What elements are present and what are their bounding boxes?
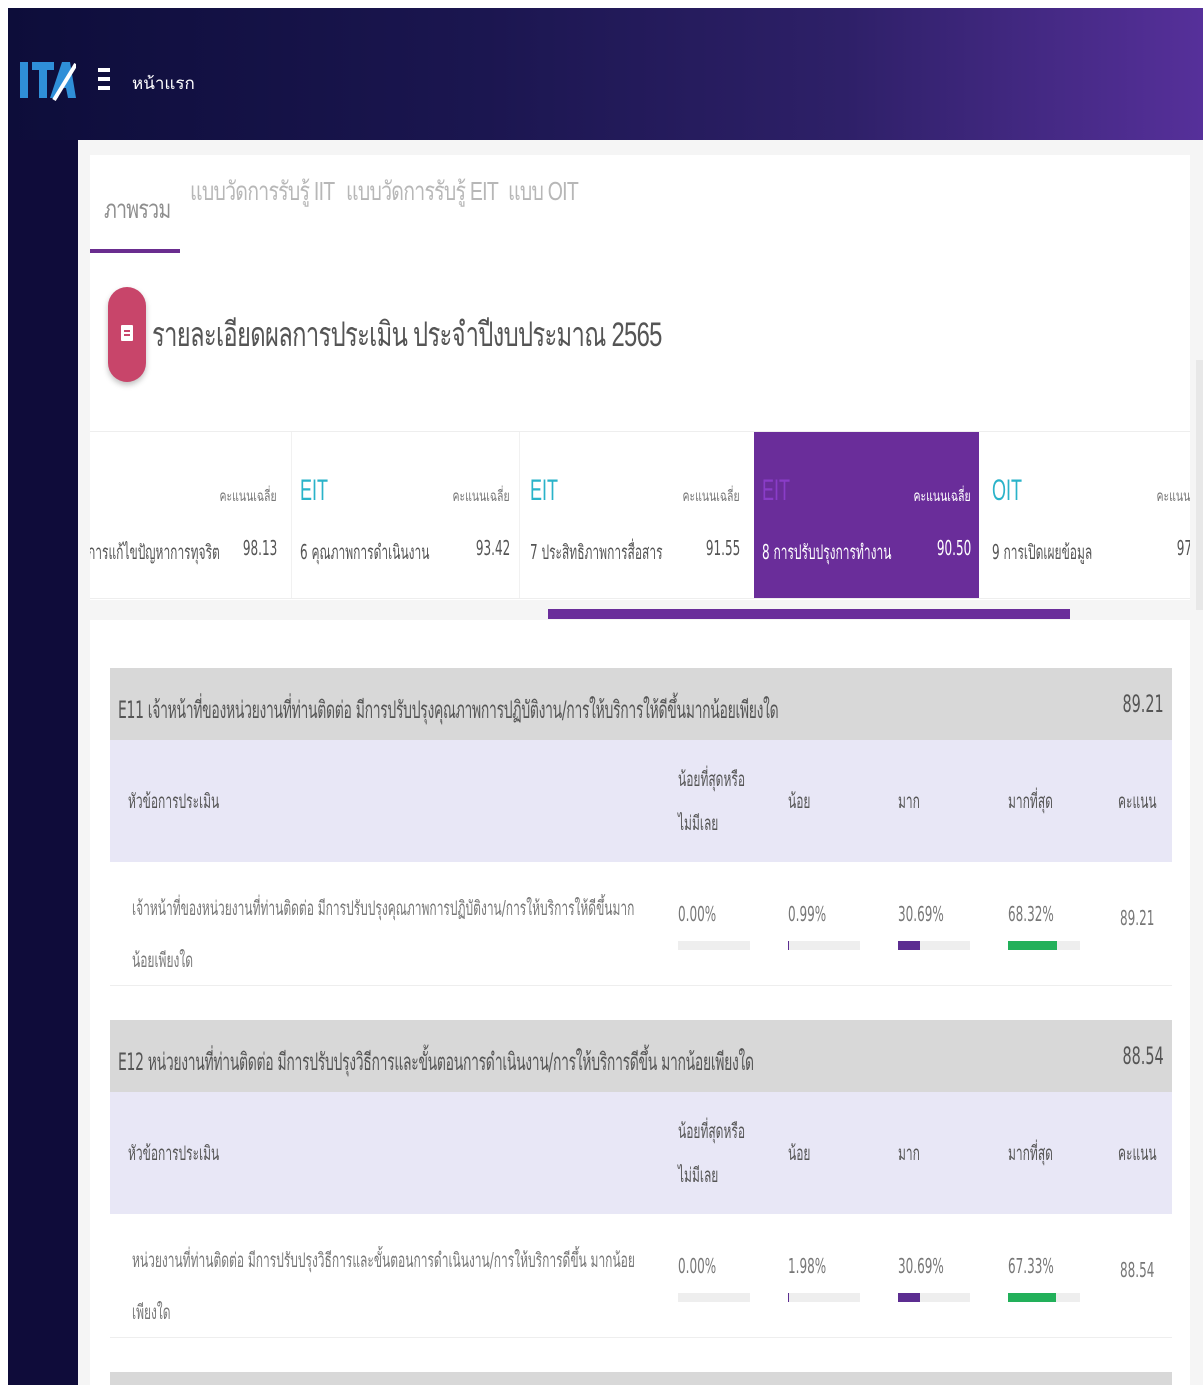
category-item-improvement[interactable]: EIT คะแนนเฉลี่ย 8 การปรับปรุงการทำงาน 90…: [754, 432, 979, 598]
col-little: น้อย: [788, 789, 811, 813]
question-text: หน่วยงานที่ท่านติดต่อ มีการปรับปรุงวิธีก…: [132, 1248, 635, 1324]
section-score: 88.54: [1122, 1042, 1164, 1070]
side-nav-strip: [8, 140, 78, 1385]
section-title: E12 หน่วยงานที่ท่านติดต่อ มีการปรับปรุงว…: [118, 1048, 754, 1076]
active-tab-indicator: [90, 249, 180, 253]
tab-overview[interactable]: ภาพรวม: [104, 189, 171, 230]
detail-card: E11 เจ้าหน้าที่ของหน่วยงานที่ท่านติดต่อ …: [90, 620, 1190, 1385]
row-score: 89.21: [1120, 906, 1155, 930]
col-least-line2: ไม่มีเลย: [678, 1163, 719, 1187]
section-title: E11 เจ้าหน้าที่ของหน่วยงานที่ท่านติดต่อ …: [118, 696, 779, 724]
tab-oit[interactable]: แบบ OIT: [508, 171, 579, 212]
col-most: มากที่สุด: [1008, 789, 1053, 813]
col-little: น้อย: [788, 1141, 811, 1165]
section-header: E12 หน่วยงานที่ท่านติดต่อ มีการปรับปรุงว…: [110, 1020, 1172, 1092]
category-item-communication[interactable]: EIT คะแนนเฉลี่ย 7 ประสิทธิภาพการสื่อสาร …: [522, 432, 748, 598]
bar-least: [678, 1293, 750, 1302]
overview-card: ภาพรวม แบบวัดการรับรู้ IIT แบบวัดการรับร…: [90, 155, 1190, 600]
col-topic: หัวข้อการประเมิน: [128, 1141, 220, 1165]
section-score: 89.21: [1122, 690, 1164, 718]
pct-most: 67.33%: [1008, 1254, 1054, 1278]
row-score: 88.54: [1120, 1258, 1155, 1282]
bar-most: [1008, 941, 1080, 950]
pct-least: 0.00%: [678, 1254, 717, 1278]
bar-little: [788, 941, 860, 950]
pct-most: 68.32%: [1008, 902, 1054, 926]
table-row: เจ้าหน้าที่ของหน่วยงานที่ท่านติดต่อ มีกา…: [110, 862, 1172, 986]
active-category-indicator: [548, 609, 1070, 619]
top-app-bar: หน้าแรก: [8, 8, 1203, 140]
bar-little: [788, 1293, 860, 1302]
page-title: รายละเอียดผลการประเมิน ประจำปีงบประมาณ 2…: [152, 316, 662, 354]
col-topic: หัวข้อการประเมิน: [128, 789, 220, 813]
col-least-line1: น้อยที่สุดหรือ: [678, 1119, 746, 1143]
tab-bar: ภาพรวม แบบวัดการรับรู้ IIT แบบวัดการรับร…: [90, 155, 790, 255]
bar-most: [1008, 1293, 1080, 1302]
bar-least: [678, 941, 750, 950]
pct-least: 0.00%: [678, 902, 717, 926]
page-scrollbar[interactable]: [1196, 360, 1203, 610]
category-item-quality[interactable]: EIT คะแนนเฉลี่ย 6 คุณภาพการดำเนินงาน 93.…: [292, 432, 518, 598]
home-link[interactable]: หน้าแรก: [132, 70, 195, 97]
col-much: มาก: [898, 789, 920, 813]
pct-little: 1.98%: [788, 1254, 827, 1278]
category-item-disclosure[interactable]: OIT คะแนนเฉลี่ย 9 การเปิดเผยข้อมูล 97.: [984, 432, 1190, 598]
tab-eit[interactable]: แบบวัดการรับรู้ EIT: [346, 171, 499, 212]
bar-much: [898, 941, 970, 950]
category-item-anti-corruption[interactable]: คะแนนเฉลี่ย การแก้ไขปัญหาการทุจริต 98.13: [90, 432, 285, 598]
pct-much: 30.69%: [898, 902, 944, 926]
next-section-header: [110, 1372, 1172, 1385]
pct-little: 0.99%: [788, 902, 827, 926]
col-least-line2: ไม่มีเลย: [678, 811, 719, 835]
col-most: มากที่สุด: [1008, 1141, 1053, 1165]
bar-much: [898, 1293, 970, 1302]
ita-logo[interactable]: [20, 58, 76, 102]
col-score: คะแนน: [1118, 789, 1157, 813]
table-header: หัวข้อการประเมิน น้อยที่สุดหรือ ไม่มีเลย…: [110, 1092, 1172, 1214]
category-strip[interactable]: คะแนนเฉลี่ย การแก้ไขปัญหาการทุจริต 98.13…: [90, 431, 1190, 599]
pct-much: 30.69%: [898, 1254, 944, 1278]
question-text: เจ้าหน้าที่ของหน่วยงานที่ท่านติดต่อ มีกา…: [132, 896, 635, 972]
table-row: หน่วยงานที่ท่านติดต่อ มีการปรับปรุงวิธีก…: [110, 1214, 1172, 1338]
col-score: คะแนน: [1118, 1141, 1157, 1165]
section-header: E11 เจ้าหน้าที่ของหน่วยงานที่ท่านติดต่อ …: [110, 668, 1172, 740]
col-much: มาก: [898, 1141, 920, 1165]
tab-iit[interactable]: แบบวัดการรับรู้ IIT: [190, 171, 335, 212]
menu-icon[interactable]: [98, 68, 110, 90]
document-icon: [108, 287, 146, 382]
table-header: หัวข้อการประเมิน น้อยที่สุดหรือ ไม่มีเลย…: [110, 740, 1172, 862]
col-least-line1: น้อยที่สุดหรือ: [678, 767, 746, 791]
